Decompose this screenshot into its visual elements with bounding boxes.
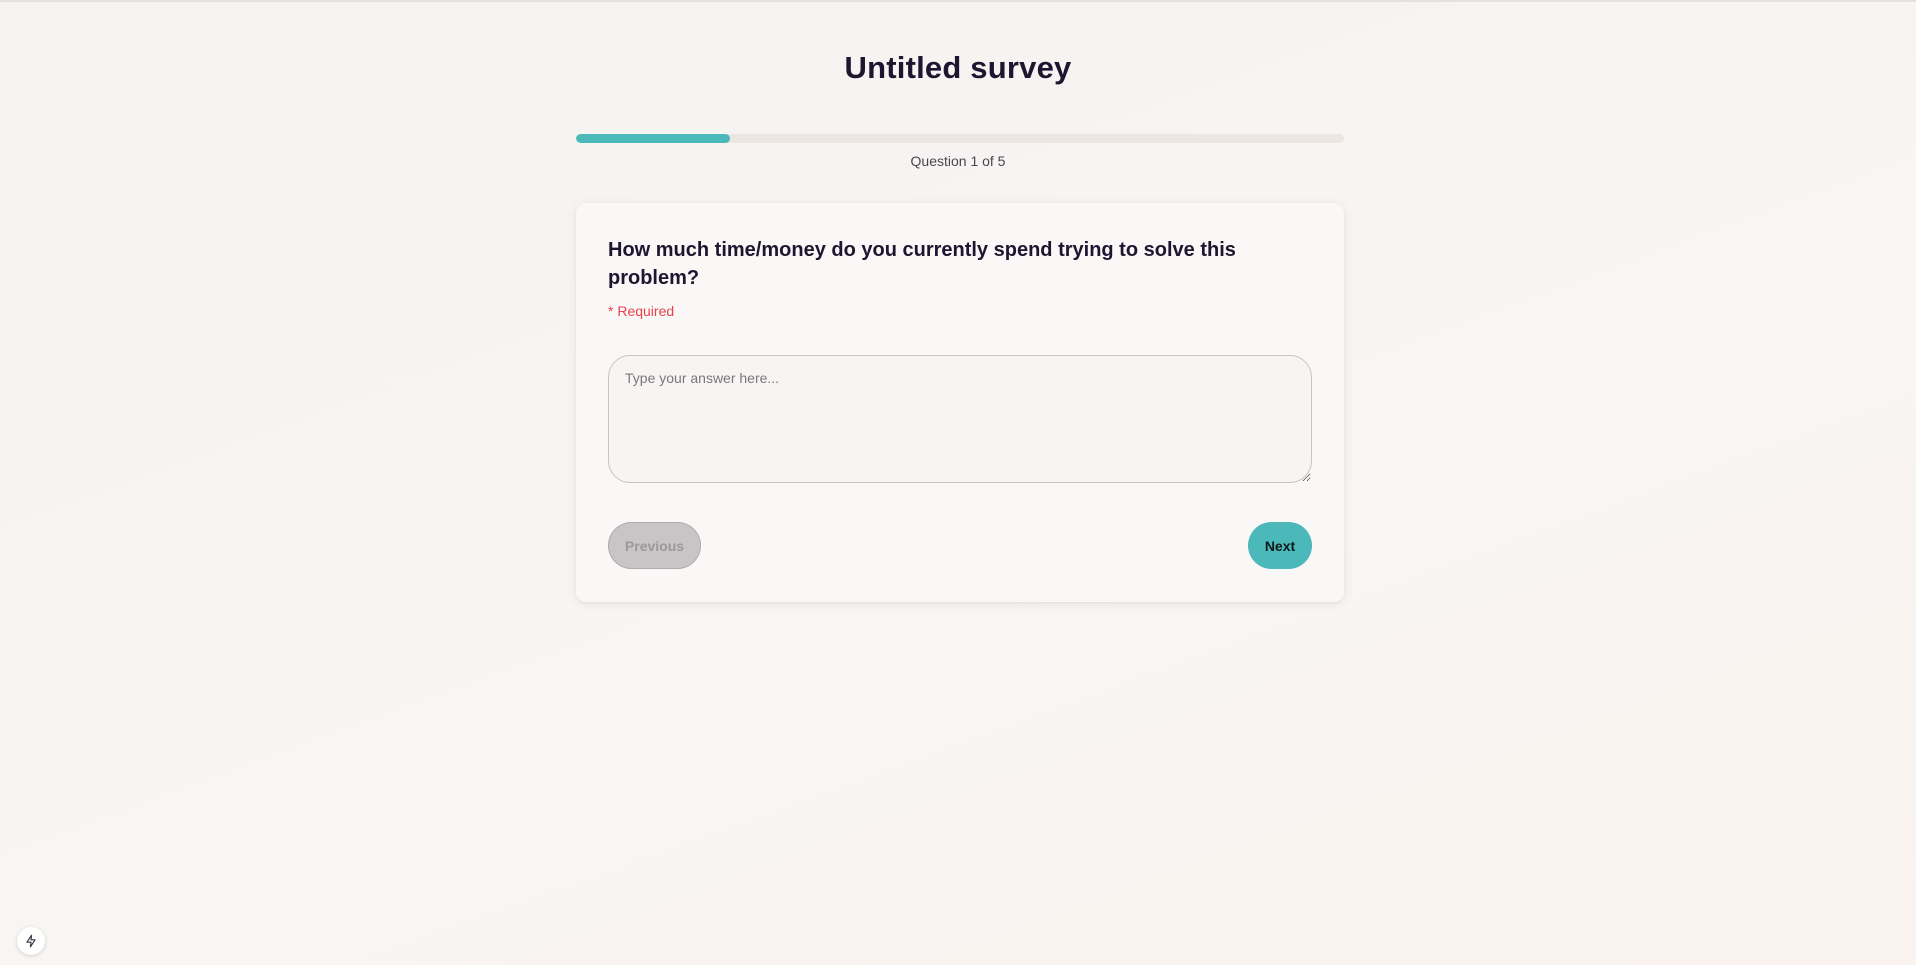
- next-button[interactable]: Next: [1248, 522, 1312, 569]
- question-card: How much time/money do you currently spe…: [576, 203, 1344, 602]
- top-divider: [0, 0, 1916, 2]
- required-indicator: * Required: [608, 303, 675, 319]
- lightning-bolt-icon: [26, 934, 36, 948]
- question-text: How much time/money do you currently spe…: [608, 239, 1236, 289]
- page-title: Untitled survey: [844, 50, 1072, 85]
- previous-button[interactable]: Previous: [608, 522, 701, 569]
- progress-label: Question 1 of 5: [910, 153, 1006, 169]
- progress-bar-fill: [576, 134, 730, 143]
- corner-badge-button[interactable]: [17, 927, 45, 955]
- progress-bar: [576, 134, 1344, 143]
- answer-textarea[interactable]: [608, 355, 1312, 483]
